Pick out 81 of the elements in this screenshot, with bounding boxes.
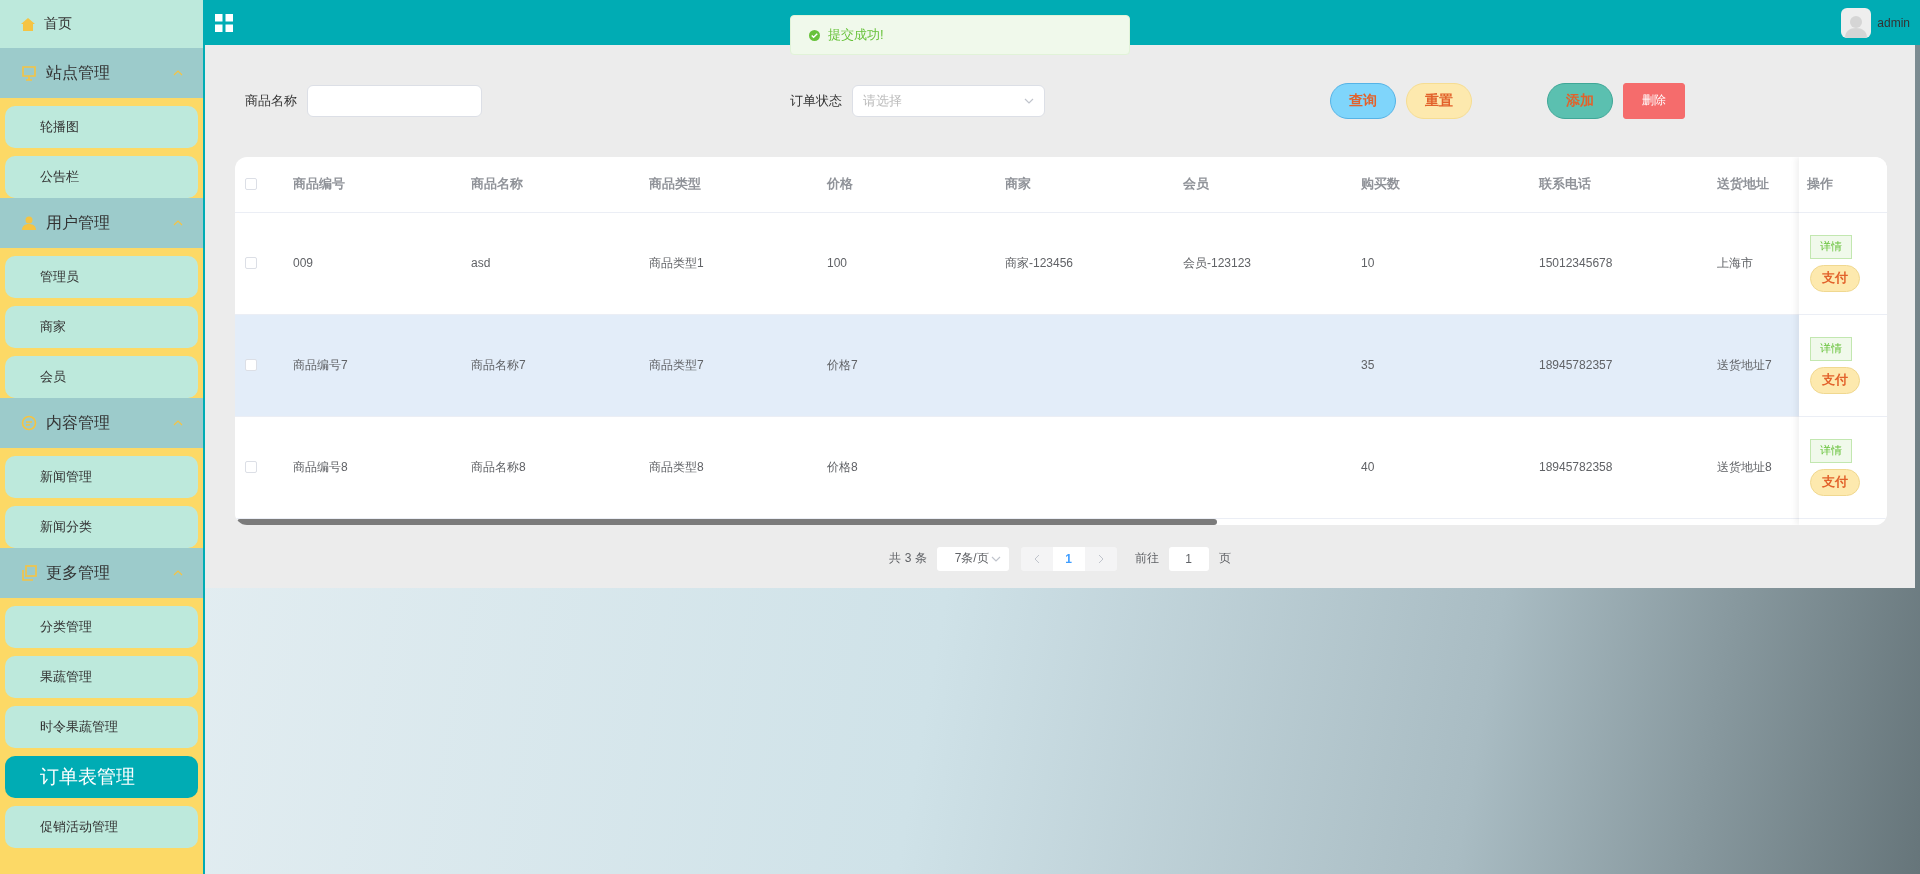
column-header: 商品名称 (471, 175, 524, 194)
user-icon (20, 214, 38, 232)
column-header: 购买数 (1361, 175, 1401, 194)
toast-message: 提交成功! (828, 26, 884, 44)
check-circle-icon (809, 29, 820, 41)
table-cell-text: 商品类型7 (649, 356, 705, 374)
table-cell-text: 100 (827, 256, 849, 271)
menu-item[interactable]: 管理员 (5, 256, 198, 298)
table-cell-text: 商品名称7 (471, 356, 527, 374)
monitor-icon (20, 64, 38, 82)
row-checkbox[interactable] (245, 359, 257, 372)
table-cell-text: 上海市 (1717, 254, 1754, 272)
grid-menu-icon[interactable] (215, 13, 233, 32)
dropdown-caret-icon (1024, 97, 1034, 104)
column-header: 联系电话 (1539, 175, 1592, 194)
avatar[interactable] (1841, 7, 1872, 38)
table-cell-text: 18945782358 (1539, 460, 1614, 475)
filter-label: 订单状态 (790, 91, 842, 110)
collapse-caret-icon (173, 420, 183, 426)
copy-icon (20, 564, 38, 582)
home-menu-item[interactable]: 首页 (0, 0, 203, 48)
table-cell-text: 10 (1361, 256, 1376, 271)
page-suffix: 页 (1218, 550, 1231, 568)
menu-item[interactable]: 商家 (5, 306, 198, 348)
table-cell-text: 送货地址7 (1717, 356, 1773, 374)
row-checkbox[interactable] (245, 461, 257, 474)
table-cell-text: 009 (293, 256, 315, 271)
table-cell-text: 商品编号8 (293, 458, 349, 476)
menu-group-header[interactable]: 内容管理 (0, 398, 203, 448)
table-cell-text: 15012345678 (1539, 256, 1614, 271)
column-header: 会员 (1183, 175, 1210, 194)
total-count: 共 3 条 (889, 550, 927, 568)
collapse-caret-icon (173, 70, 183, 76)
collapse-caret-icon (173, 220, 183, 226)
horizontal-scrollbar[interactable] (237, 518, 1217, 525)
table-cell-text: 商品类型1 (649, 254, 705, 272)
menu-group-header[interactable]: 站点管理 (0, 48, 203, 98)
home-icon (20, 16, 36, 32)
menu-item[interactable]: 果蔬管理 (5, 656, 198, 698)
table-cell-text: 商品编号7 (293, 356, 349, 374)
column-header: 商家 (1005, 175, 1032, 194)
table-cell-text: 商家-123456 (1005, 254, 1075, 272)
prev-page-icon[interactable] (1033, 553, 1040, 564)
name-input-field[interactable] (307, 84, 482, 117)
table-cell-text: 35 (1361, 358, 1376, 373)
menu-item[interactable]: 公告栏 (5, 156, 198, 198)
table-cell-text: 40 (1361, 460, 1376, 475)
menu-item[interactable]: 时令果蔬管理 (5, 706, 198, 748)
table-cell-text: 价格8 (827, 458, 859, 476)
next-page-icon[interactable] (1097, 553, 1104, 564)
menu-item[interactable]: 新闻管理 (5, 456, 198, 498)
table-cell-text: asd (471, 256, 492, 271)
menu-item[interactable]: 促销活动管理 (5, 806, 198, 848)
filter-label: 商品名称 (245, 91, 297, 110)
select-all-checkbox[interactable] (245, 178, 257, 191)
table-cell-text: 价格7 (827, 356, 859, 374)
column-header: 商品编号 (293, 175, 346, 194)
table-row[interactable]: 商品编号7 商品名称7 商品类型7 价格7 35 18945782357 送货地址7 (235, 314, 1799, 417)
column-header: 送货地址 (1717, 175, 1770, 194)
menu-item[interactable]: 分类管理 (5, 606, 198, 648)
table-cell-text: 18945782357 (1539, 358, 1614, 373)
column-header: 价格 (827, 175, 854, 194)
menu-item[interactable]: 会员 (5, 356, 198, 398)
column-header: 操作 (1807, 175, 1833, 194)
row-checkbox[interactable] (245, 257, 257, 270)
menu-group-header[interactable]: 更多管理 (0, 548, 203, 598)
table-cell-text: 会员-123123 (1183, 254, 1253, 272)
goto-label: 前往 (1134, 550, 1159, 568)
menu-item[interactable]: 新闻分类 (5, 506, 198, 548)
table-cell-text: 商品类型8 (649, 458, 705, 476)
menu-group-header[interactable]: 用户管理 (0, 198, 203, 248)
column-header: 商品类型 (649, 175, 702, 194)
goto-page-field[interactable]: 1 (1168, 546, 1209, 571)
dropdown-caret-icon (990, 555, 1001, 562)
page-size-select[interactable]: 7条/页 (936, 546, 1009, 571)
chat-icon (20, 414, 38, 432)
username[interactable]: admin (1877, 15, 1910, 30)
table-cell-text: 送货地址8 (1717, 458, 1773, 476)
collapse-caret-icon (173, 570, 183, 576)
table-cell-text: 商品名称8 (471, 458, 527, 476)
menu-item[interactable]: 轮播图 (5, 106, 198, 148)
